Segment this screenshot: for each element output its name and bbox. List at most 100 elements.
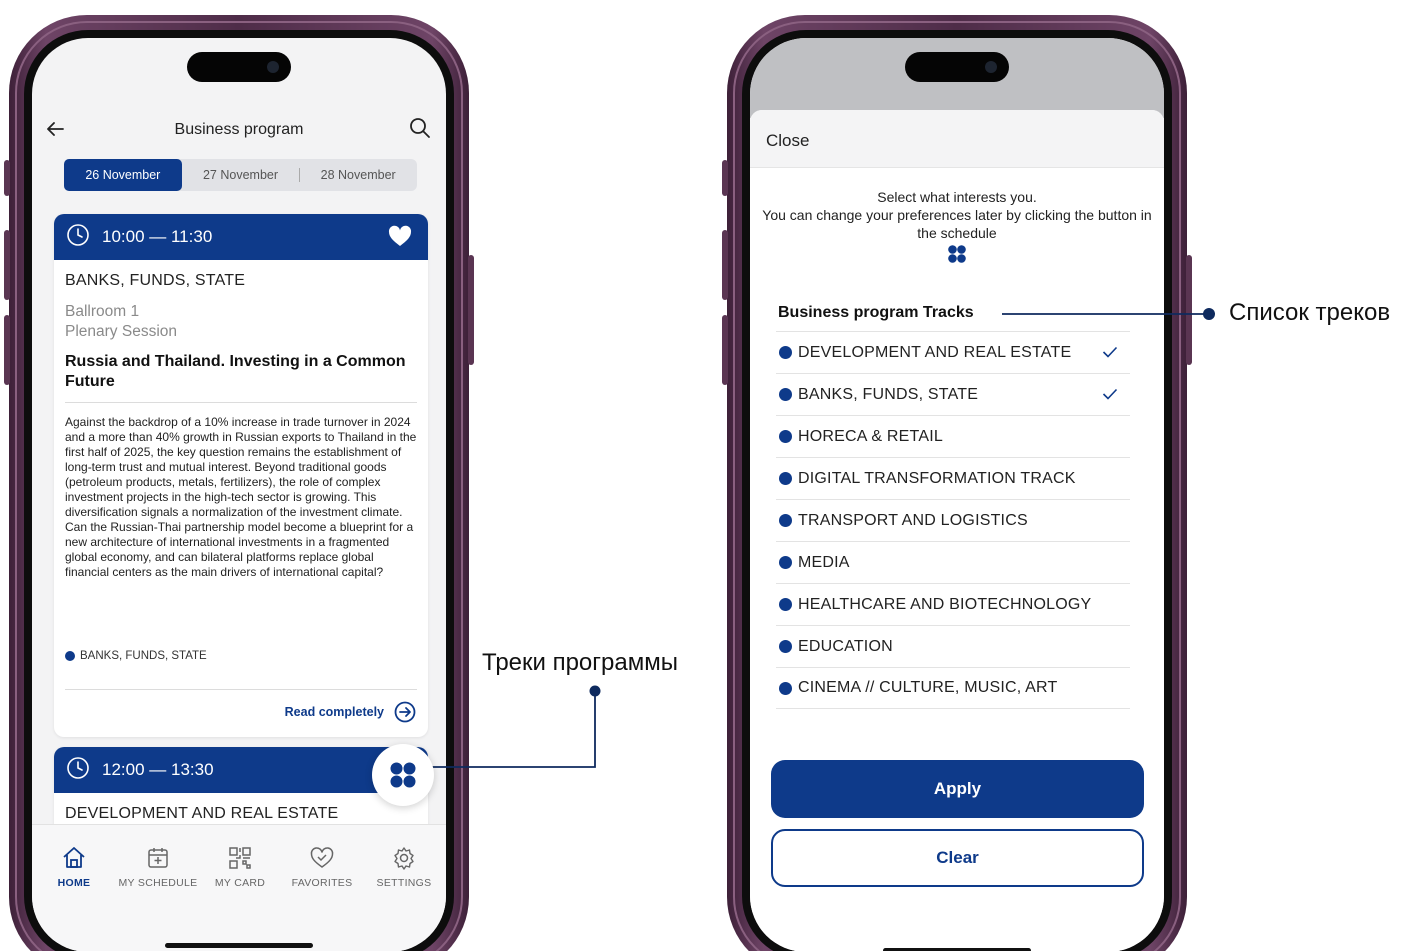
page-title: Business program xyxy=(174,121,304,138)
track-filter-button[interactable] xyxy=(372,744,434,806)
track-option-label: CINEMA // CULTURE, MUSIC, ART xyxy=(798,679,1058,696)
track-option[interactable]: CINEMA // CULTURE, MUSIC, ART xyxy=(776,667,1130,709)
track-option[interactable]: DEVELOPMENT AND REAL ESTATE xyxy=(776,331,1130,373)
home-icon xyxy=(63,847,85,868)
calendar-icon xyxy=(148,848,168,868)
track-option[interactable]: BANKS, FUNDS, STATE xyxy=(776,373,1130,415)
arrow-circle-right-icon xyxy=(394,701,416,723)
session-card[interactable]: 10:00 — 11:30 BANKS, FUNDS, STATE Ballro… xyxy=(54,214,428,737)
nav-my-card-label: MY CARD xyxy=(214,877,266,889)
divider xyxy=(65,689,417,690)
session-track: DEVELOPMENT AND REAL ESTATE xyxy=(65,805,339,822)
track-dot-icon xyxy=(779,640,792,653)
read-completely-link[interactable]: Read completely xyxy=(285,701,416,723)
clear-button[interactable]: Clear xyxy=(771,829,1144,887)
track-option[interactable]: MEDIA xyxy=(776,541,1130,583)
nav-favorites[interactable]: FAVORITES xyxy=(280,845,364,889)
close-button[interactable]: Close xyxy=(766,131,809,151)
search-icon[interactable] xyxy=(408,116,432,145)
four-dots-icon xyxy=(947,244,967,269)
dynamic-island xyxy=(905,52,1009,82)
track-dot-icon xyxy=(779,556,792,569)
clock-icon xyxy=(66,223,90,252)
track-option-label: TRANSPORT AND LOGISTICS xyxy=(798,511,1028,529)
power-button xyxy=(468,255,474,365)
volume-up-button xyxy=(722,230,728,300)
screen-track-filter: Close Select what interests you. You can… xyxy=(750,38,1164,951)
home-indicator[interactable] xyxy=(165,943,313,948)
dynamic-island xyxy=(187,52,291,82)
track-option-label: EDUCATION xyxy=(798,637,893,655)
read-completely-label: Read completely xyxy=(284,705,384,719)
phone-frame-left: Business program 26 November 27 November… xyxy=(4,15,474,951)
track-option-label: DEVELOPMENT AND REAL ESTATE xyxy=(798,343,1072,361)
track-dot-icon xyxy=(779,514,792,527)
clock-icon xyxy=(66,756,90,785)
volume-down-button xyxy=(4,315,10,385)
divider xyxy=(65,402,417,403)
track-option-label: MEDIA xyxy=(798,553,850,571)
heart-icon[interactable] xyxy=(388,225,412,252)
session-description: Against the backdrop of a 10% increase i… xyxy=(65,415,417,579)
apply-button[interactable]: Apply xyxy=(771,760,1144,818)
phone-frame-right: Close Select what interests you. You can… xyxy=(722,15,1192,951)
side-button xyxy=(4,160,10,196)
nav-home[interactable]: HOME xyxy=(32,845,116,889)
sheet-header: Close xyxy=(750,110,1164,168)
gear-icon xyxy=(394,847,414,870)
app-header: Business program xyxy=(32,116,446,146)
callout-program-tracks: Треки программы xyxy=(482,649,678,676)
session-title: Russia and Thailand. Investing in a Comm… xyxy=(65,353,406,390)
track-dot-icon xyxy=(779,681,792,695)
track-dot-icon xyxy=(779,430,792,443)
nav-favorites-label: FAVORITES xyxy=(291,877,353,889)
volume-down-button xyxy=(722,315,728,385)
track-filter-sheet: Close Select what interests you. You can… xyxy=(750,110,1164,951)
bottom-navigation: HOME MY SCHEDULE MY CARD FAVORITES SETTI… xyxy=(32,824,446,951)
tab-26-november[interactable]: 26 November xyxy=(64,159,182,191)
tab-27-november[interactable]: 27 November xyxy=(182,159,300,191)
volume-up-button xyxy=(4,230,10,300)
track-option[interactable]: HEALTHCARE AND BIOTECHNOLOGY xyxy=(776,583,1130,625)
track-dot-icon xyxy=(65,651,75,661)
bezel: Close Select what interests you. You can… xyxy=(742,30,1172,951)
track-option[interactable]: DIGITAL TRANSFORMATION TRACK xyxy=(776,457,1130,499)
track-option[interactable]: EDUCATION xyxy=(776,625,1130,667)
nav-my-schedule[interactable]: MY SCHEDULE xyxy=(116,845,200,889)
track-dot-icon xyxy=(779,598,792,611)
tracks-heading: Business program Tracks xyxy=(778,304,974,321)
nav-my-schedule-label: MY SCHEDULE xyxy=(118,877,198,889)
qr-code-icon xyxy=(229,847,251,869)
session-track: BANKS, FUNDS, STATE xyxy=(65,272,246,289)
session-time: 12:00 — 13:30 xyxy=(102,760,214,779)
session-location: Ballroom 1 Plenary Session xyxy=(65,302,428,342)
track-dot-icon xyxy=(779,388,792,401)
checkmark-icon xyxy=(1102,388,1118,400)
intro-line-1: Select what interests you. xyxy=(877,189,1037,205)
bezel: Business program 26 November 27 November… xyxy=(24,30,454,951)
intro-line-2: You can change your preferences later by… xyxy=(762,207,1152,241)
side-button xyxy=(722,160,728,196)
session-room: Ballroom 1 xyxy=(65,303,140,320)
session-time: 10:00 — 11:30 xyxy=(102,227,213,246)
track-option-label: HORECA & RETAIL xyxy=(798,427,943,445)
track-option[interactable]: TRANSPORT AND LOGISTICS xyxy=(776,499,1130,541)
power-button xyxy=(1186,255,1192,365)
track-tag: BANKS, FUNDS, STATE xyxy=(65,650,207,662)
session-time-bar: 10:00 — 11:30 xyxy=(54,214,428,260)
nav-my-card[interactable]: MY CARD xyxy=(198,845,282,889)
nav-settings[interactable]: SETTINGS xyxy=(362,845,446,889)
checkmark-icon xyxy=(1102,346,1118,358)
track-dot-icon xyxy=(779,346,792,359)
screen-schedule: Business program 26 November 27 November… xyxy=(32,38,446,951)
track-tag-label: BANKS, FUNDS, STATE xyxy=(80,650,207,662)
tab-28-november[interactable]: 28 November xyxy=(299,159,417,191)
track-option[interactable]: HORECA & RETAIL xyxy=(776,415,1130,457)
track-option-label: BANKS, FUNDS, STATE xyxy=(798,385,979,403)
four-dots-icon xyxy=(390,762,416,788)
track-list: DEVELOPMENT AND REAL ESTATE BANKS, FUNDS… xyxy=(776,331,1130,709)
date-tabs: 26 November 27 November 28 November xyxy=(64,159,417,191)
track-dot-icon xyxy=(779,472,792,485)
intro-text: Select what interests you. You can chang… xyxy=(760,188,1154,242)
track-option-label: DIGITAL TRANSFORMATION TRACK xyxy=(798,469,1076,487)
